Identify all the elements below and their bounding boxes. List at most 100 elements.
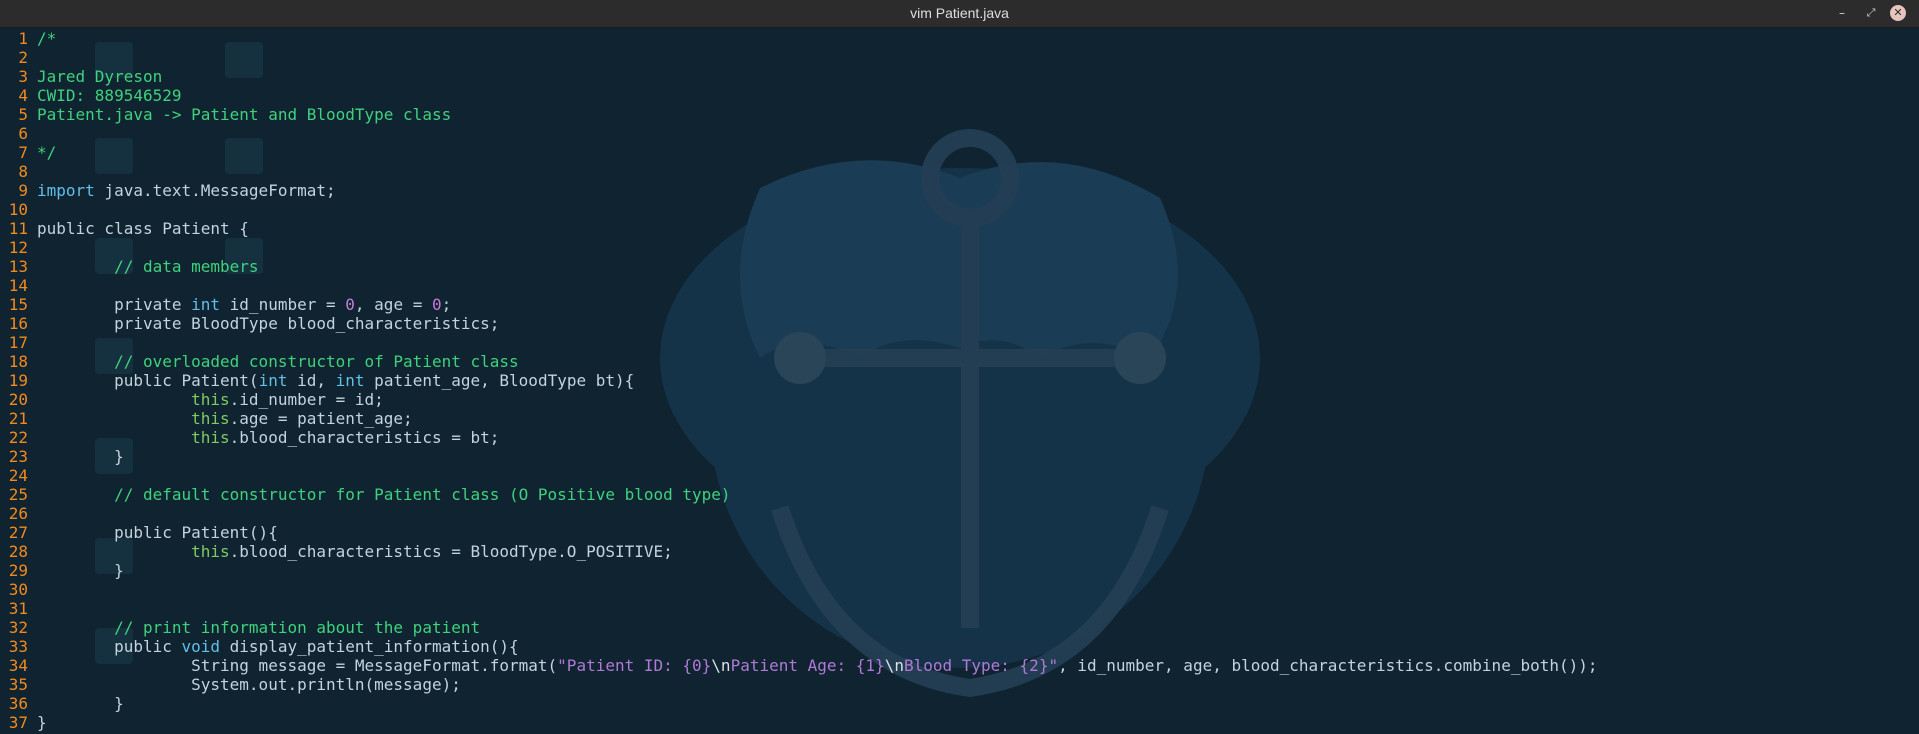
line-number: 34	[8, 656, 28, 675]
code-line[interactable]: 26	[0, 504, 37, 523]
code-line[interactable]: 35 System.out.println(message);	[0, 675, 461, 694]
code-line[interactable]: 20 this.id_number = id;	[0, 390, 384, 409]
code-token-special: \n	[884, 656, 904, 675]
code-token-plain: public Patient(){	[37, 523, 278, 542]
code-line[interactable]: 8	[0, 162, 37, 181]
code-token-comment: Jared Dyreson	[37, 67, 163, 86]
code-line[interactable]: 34 String message = MessageFormat.format…	[0, 656, 1598, 675]
code-token-comment: /*	[37, 29, 57, 48]
code-line[interactable]: 4 CWID: 889546529	[0, 86, 181, 105]
code-line[interactable]: 24	[0, 466, 37, 485]
code-line[interactable]: 11 public class Patient {	[0, 219, 249, 238]
code-line[interactable]: 7 */	[0, 143, 56, 162]
code-token-plain: patient_age, BloodType bt){	[364, 371, 635, 390]
code-token-string: "Patient ID: {0}	[557, 656, 712, 675]
code-line[interactable]: 18 // overloaded constructor of Patient …	[0, 352, 519, 371]
code-line[interactable]: 13 // data members	[0, 257, 259, 276]
line-number: 25	[8, 485, 28, 504]
maximize-button[interactable]: ⤢	[1862, 4, 1880, 22]
code-text: this.age = patient_age;	[37, 409, 413, 428]
code-line[interactable]: 37}	[0, 713, 47, 732]
line-number: 11	[8, 219, 28, 238]
line-number: 27	[8, 523, 28, 542]
code-line[interactable]: 2	[0, 48, 37, 67]
code-text: }	[37, 447, 124, 466]
code-token-plain: .blood_characteristics = bt;	[229, 428, 500, 447]
code-token-comment: Patient.java -> Patient and BloodType cl…	[37, 105, 452, 124]
code-line[interactable]: 23 }	[0, 447, 124, 466]
code-line[interactable]: 32 // print information about the patien…	[0, 618, 480, 637]
code-line[interactable]: 27 public Patient(){	[0, 523, 278, 542]
code-text: // default constructor for Patient class…	[37, 485, 731, 504]
line-number: 5	[18, 105, 28, 124]
line-number: 18	[8, 352, 28, 371]
vim-editor-buffer[interactable]: 1 /* 2 3 Jared Dyreson 4 CWID: 889546529 5 Patie…	[0, 28, 1919, 734]
close-button[interactable]: ✕	[1890, 5, 1906, 21]
code-line[interactable]: 14	[0, 276, 37, 295]
code-token-plain: String message = MessageFormat.format(	[37, 656, 558, 675]
code-token-type: this	[191, 390, 230, 409]
code-token-plain: , age =	[354, 295, 432, 314]
code-line[interactable]: 21 this.age = patient_age;	[0, 409, 413, 428]
code-line[interactable]: 31	[0, 599, 37, 618]
code-line[interactable]: 15 private int id_number = 0, age = 0;	[0, 295, 452, 314]
code-line[interactable]: 17	[0, 333, 37, 352]
code-text: // overloaded constructor of Patient cla…	[37, 352, 519, 371]
code-text: this.blood_characteristics = BloodType.O…	[37, 542, 673, 561]
code-line[interactable]: 29 }	[0, 561, 124, 580]
code-line[interactable]: 16 private BloodType blood_characteristi…	[0, 314, 500, 333]
code-line[interactable]: 9 import java.text.MessageFormat;	[0, 181, 336, 200]
code-text: }	[37, 561, 124, 580]
line-number: 13	[8, 257, 28, 276]
code-line[interactable]: 33 public void display_patient_informati…	[0, 637, 519, 656]
code-token-plain: .age = patient_age;	[229, 409, 413, 428]
code-token-plain: .id_number = id;	[229, 390, 384, 409]
code-token-keyword: int	[335, 371, 365, 390]
code-text: this.id_number = id;	[37, 390, 384, 409]
minimize-button[interactable]: –	[1833, 4, 1851, 22]
code-token-plain: System.out.println(message);	[37, 675, 461, 694]
code-token-type: this	[191, 428, 230, 447]
code-line[interactable]: 28 this.blood_characteristics = BloodTyp…	[0, 542, 673, 561]
line-number: 17	[8, 333, 28, 352]
code-token-comment: // data members	[114, 257, 259, 276]
code-line[interactable]: 12	[0, 238, 37, 257]
code-line[interactable]: 3 Jared Dyreson	[0, 67, 162, 86]
code-token-plain: , id_number, age, blood_characteristics.…	[1058, 656, 1598, 675]
code-token-comment: // overloaded constructor of Patient cla…	[114, 352, 519, 371]
code-line[interactable]: 5 Patient.java -> Patient and BloodType c…	[0, 105, 451, 124]
code-line[interactable]: 10	[0, 200, 37, 219]
code-token-plain: java.text.MessageFormat;	[94, 181, 336, 200]
code-line[interactable]: 1 /*	[0, 29, 56, 48]
code-line[interactable]: 36 }	[0, 694, 124, 713]
code-text: System.out.println(message);	[37, 675, 461, 694]
code-token-plain: }	[37, 694, 124, 713]
code-token-plain: .blood_characteristics = BloodType.O_POS…	[229, 542, 673, 561]
line-number: 12	[8, 238, 28, 257]
code-text: this.blood_characteristics = bt;	[37, 428, 499, 447]
code-token-plain: }	[37, 561, 124, 580]
code-token-plain: display_patient_information(){	[220, 637, 519, 656]
code-line[interactable]: 6	[0, 124, 37, 143]
line-number: 29	[8, 561, 28, 580]
line-number: 24	[8, 466, 28, 485]
line-number: 15	[8, 295, 28, 314]
code-line[interactable]: 30	[0, 580, 37, 599]
code-text: // data members	[37, 257, 259, 276]
code-text: }	[37, 694, 124, 713]
code-line[interactable]: 22 this.blood_characteristics = bt;	[0, 428, 500, 447]
code-token-type: this	[191, 409, 230, 428]
line-number: 21	[8, 409, 28, 428]
line-number: 23	[8, 447, 28, 466]
code-text: import java.text.MessageFormat;	[37, 181, 336, 200]
code-line[interactable]: 25 // default constructor for Patient cl…	[0, 485, 731, 504]
line-number: 16	[8, 314, 28, 333]
code-token-comment: // default constructor for Patient class…	[114, 485, 731, 504]
code-line[interactable]: 19 public Patient(int id, int patient_ag…	[0, 371, 635, 390]
code-text: public Patient(int id, int patient_age, …	[37, 371, 634, 390]
